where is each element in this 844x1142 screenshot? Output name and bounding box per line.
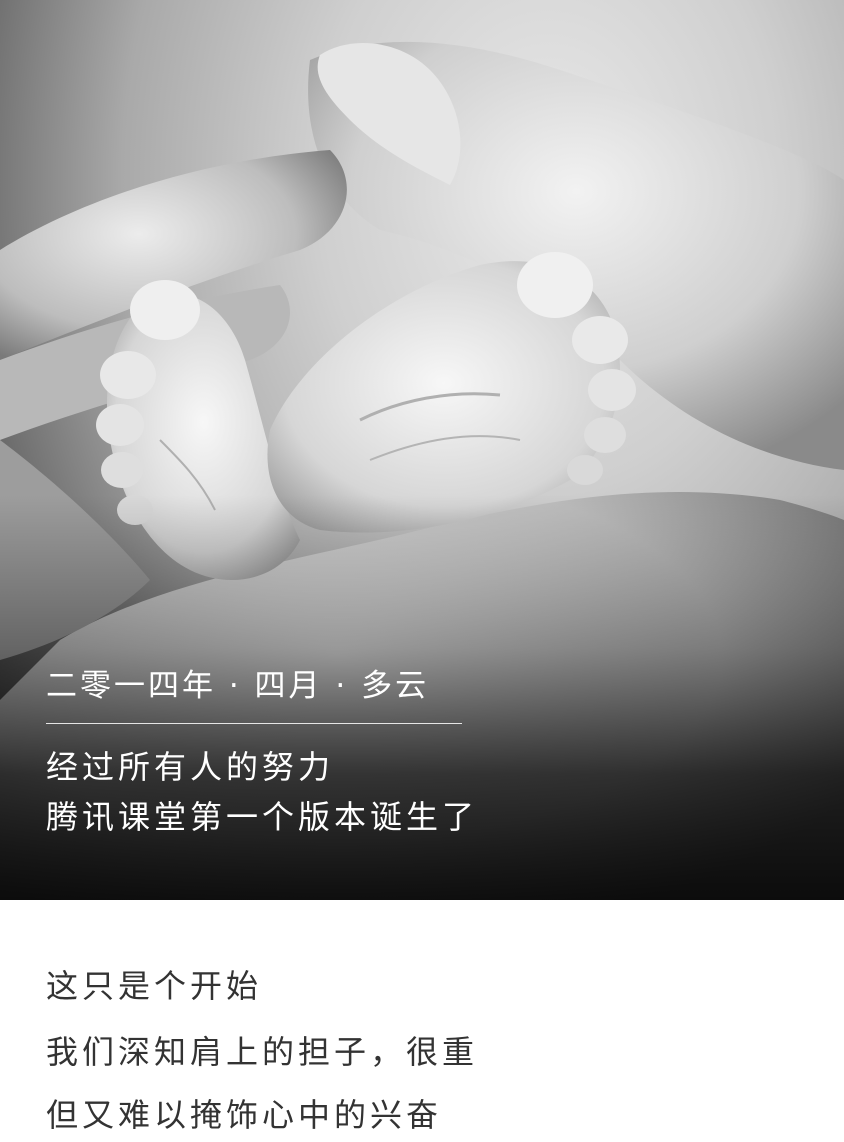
date-weather-line: 二零一四年 · 四月 · 多云: [46, 668, 430, 704]
body-text-line: 我们深知肩上的担子，很重: [46, 1033, 479, 1071]
body-text-line: 但又难以掩饰心中的兴奋: [46, 1096, 443, 1134]
hero-headline-2: 腾讯课堂第一个版本诞生了: [46, 798, 479, 836]
hero-headline-1: 经过所有人的努力: [46, 748, 335, 786]
body-text-line: 这只是个开始: [46, 967, 263, 1005]
hero-section: 二零一四年 · 四月 · 多云 经过所有人的努力 腾讯课堂第一个版本诞生了: [0, 0, 844, 900]
divider: [46, 723, 462, 724]
